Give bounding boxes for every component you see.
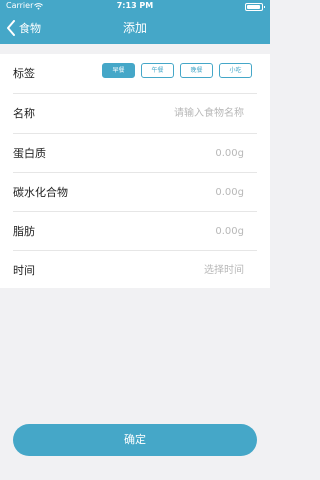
tags-label: 标签 bbox=[13, 67, 35, 80]
tag-snack[interactable]: 小吃 bbox=[219, 63, 252, 78]
confirm-button[interactable]: 确定 bbox=[13, 424, 257, 456]
carbs-input[interactable]: 0.00g bbox=[104, 173, 244, 212]
header: Carrier 7:13 PM 食物 添加 bbox=[0, 0, 270, 44]
carbs-label: 碳水化合物 bbox=[13, 186, 68, 199]
time-label: 时间 bbox=[13, 264, 35, 277]
protein-label: 蛋白质 bbox=[13, 147, 46, 160]
name-input[interactable]: 请输入食物名称 bbox=[104, 94, 244, 133]
status-bar: Carrier 7:13 PM bbox=[0, 0, 270, 12]
fat-label: 脂肪 bbox=[13, 225, 35, 238]
fat-input[interactable]: 0.00g bbox=[104, 212, 244, 251]
time-row[interactable]: 时间 选择时间 bbox=[0, 251, 270, 290]
tag-lunch[interactable]: 午餐 bbox=[141, 63, 174, 78]
name-row[interactable]: 名称 请输入食物名称 bbox=[0, 94, 270, 133]
tag-options: 早餐 午餐 晚餐 小吃 bbox=[102, 63, 252, 78]
name-label: 名称 bbox=[13, 107, 35, 120]
fat-row[interactable]: 脂肪 0.00g bbox=[0, 212, 270, 251]
protein-input[interactable]: 0.00g bbox=[104, 134, 244, 173]
carbs-row[interactable]: 碳水化合物 0.00g bbox=[0, 173, 270, 212]
protein-row[interactable]: 蛋白质 0.00g bbox=[0, 134, 270, 173]
battery-icon bbox=[245, 3, 265, 11]
page-title: 添加 bbox=[122, 21, 147, 35]
nav-bar: 食物 添加 bbox=[0, 12, 270, 44]
tag-dinner[interactable]: 晚餐 bbox=[180, 63, 213, 78]
tag-breakfast[interactable]: 早餐 bbox=[102, 63, 135, 78]
clock-label: 7:13 PM bbox=[116, 1, 154, 10]
tags-row: 标签 早餐 午餐 晚餐 小吃 bbox=[0, 54, 270, 93]
food-form: 标签 早餐 午餐 晚餐 小吃 名称 请输入食物名称 蛋白质 0.00g 碳水化合… bbox=[0, 54, 270, 288]
add-food-screen: Carrier 7:13 PM 食物 添加 标签 早餐 午餐 晚餐 小吃 名称 … bbox=[0, 0, 270, 480]
time-picker[interactable]: 选择时间 bbox=[104, 251, 244, 290]
